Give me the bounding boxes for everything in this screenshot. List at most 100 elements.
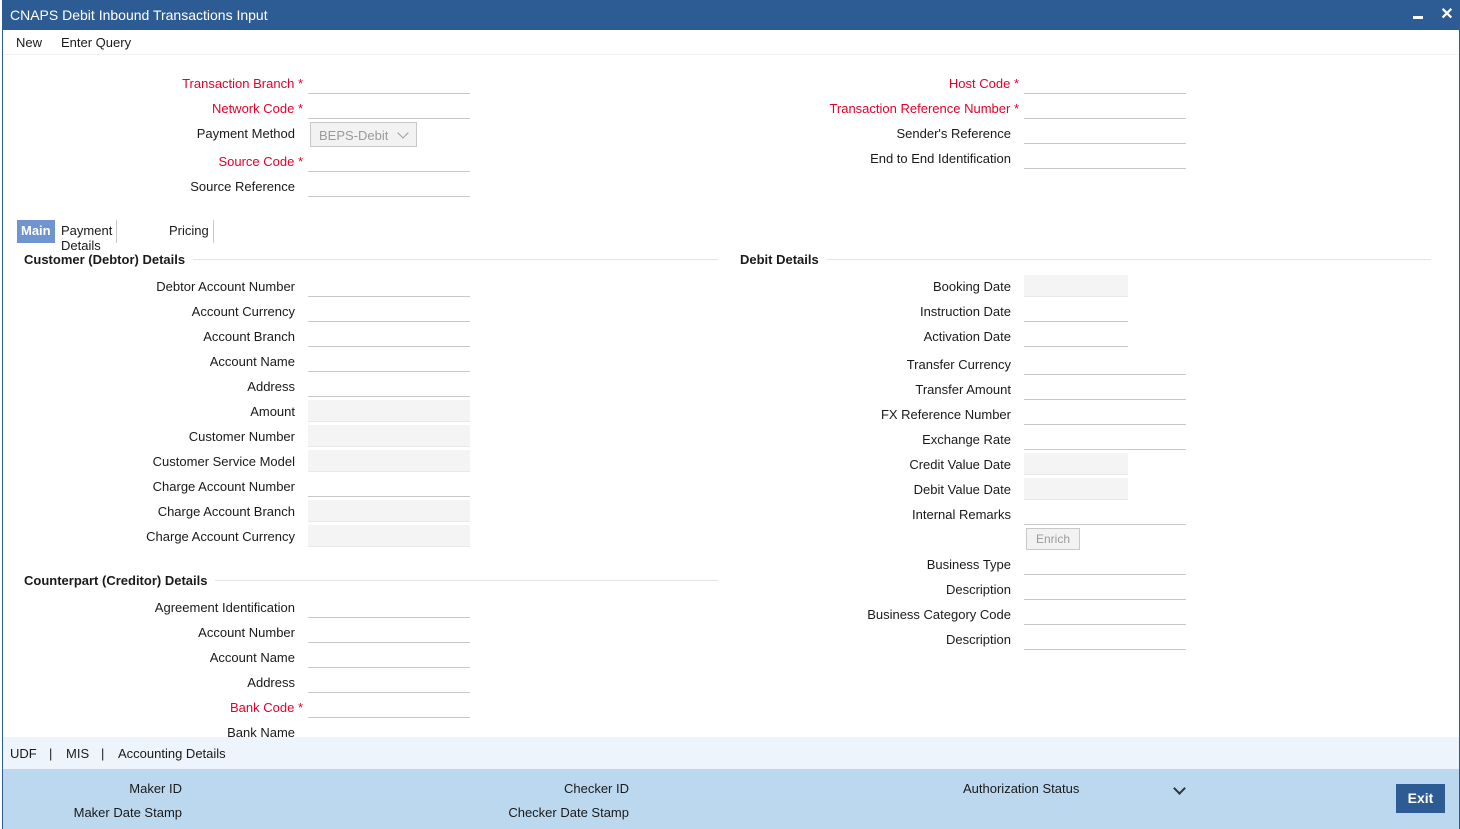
account-branch-field[interactable]	[308, 325, 470, 347]
account-currency-field[interactable]	[308, 300, 470, 322]
customer-number-field	[308, 425, 470, 447]
exchange-rate-label: Exchange Rate	[922, 432, 1011, 447]
maker-date-stamp-label: Maker Date Stamp	[73, 805, 182, 820]
debtor-account-number-field[interactable]	[308, 275, 470, 297]
transaction-reference-number-field[interactable]	[1024, 97, 1186, 119]
close-icon[interactable]: ✕	[1437, 4, 1457, 26]
debit-section-title: Debit Details	[740, 252, 819, 267]
link-separator: |	[101, 746, 105, 761]
udf-link[interactable]: UDF	[10, 746, 37, 761]
exchange-rate-field[interactable]	[1024, 428, 1186, 450]
end-to-end-identification-field[interactable]	[1024, 147, 1186, 169]
instruction-date-field[interactable]	[1024, 300, 1128, 322]
booking-date-label: Booking Date	[932, 279, 1011, 294]
business-type-field[interactable]	[1024, 553, 1186, 575]
account-name-field[interactable]	[308, 350, 470, 372]
chevron-down-icon	[397, 127, 409, 139]
bank-code-label: Bank Code	[230, 700, 303, 715]
business-category-code-field[interactable]	[1024, 603, 1186, 625]
network-code-label: Network Code	[212, 101, 303, 116]
fx-reference-number-field[interactable]	[1024, 403, 1186, 425]
tab-pricing[interactable]: Pricing	[165, 220, 214, 243]
tab-payment-details[interactable]: Payment Details	[57, 220, 118, 253]
address-label: Address	[247, 379, 295, 394]
exit-button[interactable]: Exit	[1396, 784, 1445, 813]
transaction-input-window: CNAPS Debit Inbound Transactions Input ✕…	[2, 0, 1460, 829]
charge-account-number-field[interactable]	[308, 475, 470, 497]
fx-reference-number-label: FX Reference Number	[880, 407, 1011, 422]
transfer-currency-label: Transfer Currency	[906, 357, 1011, 372]
payment-method-value: BEPS-Debit	[319, 128, 389, 143]
bank-code-field[interactable]	[308, 696, 470, 718]
charge-account-branch-field	[308, 500, 470, 522]
amount-field	[308, 400, 470, 422]
accounting-details-link[interactable]: Accounting Details	[118, 746, 226, 761]
business-type-label: Business Type	[926, 557, 1011, 572]
checker-date-stamp-label: Checker Date Stamp	[508, 805, 629, 820]
amount-label: Amount	[250, 404, 295, 419]
charge-account-currency-field	[308, 525, 470, 547]
audit-footer: Maker ID Maker Date Stamp Checker ID Che…	[3, 769, 1459, 829]
network-code-field[interactable]	[308, 97, 470, 119]
credit-value-date-field	[1024, 453, 1128, 475]
account-currency-label: Account Currency	[191, 304, 295, 319]
transaction-reference-number-label: Transaction Reference Number	[829, 101, 1019, 116]
creditor-section-title: Counterpart (Creditor) Details	[24, 573, 208, 588]
internal-remarks-label: Internal Remarks	[912, 507, 1011, 522]
creditor-account-name-label: Account Name	[209, 650, 295, 665]
senders-reference-field[interactable]	[1024, 122, 1186, 144]
booking-date-field	[1024, 275, 1128, 297]
debit-value-date-label: Debit Value Date	[913, 482, 1011, 497]
creditor-account-name-field[interactable]	[308, 646, 470, 668]
enrich-button[interactable]: Enrich	[1026, 528, 1080, 550]
transaction-branch-field[interactable]	[308, 72, 470, 94]
new-menu-item[interactable]: New	[16, 35, 42, 50]
business-category-description-field[interactable]	[1024, 628, 1186, 650]
tab-main[interactable]: Main	[17, 220, 55, 243]
business-type-description-label: Description	[945, 582, 1011, 597]
payment-method-select[interactable]: BEPS-Debit	[310, 122, 417, 147]
business-type-description-field[interactable]	[1024, 578, 1186, 600]
debtor-divider	[193, 259, 718, 260]
account-branch-label: Account Branch	[203, 329, 295, 344]
creditor-divider	[215, 580, 718, 581]
transfer-currency-field[interactable]	[1024, 353, 1186, 375]
host-code-field[interactable]	[1024, 72, 1186, 94]
link-separator: |	[49, 746, 53, 761]
host-code-label: Host Code	[949, 76, 1019, 91]
agreement-identification-field[interactable]	[308, 596, 470, 618]
instruction-date-label: Instruction Date	[919, 304, 1011, 319]
window-title: CNAPS Debit Inbound Transactions Input	[10, 7, 268, 23]
source-code-field[interactable]	[308, 150, 470, 172]
creditor-account-number-field[interactable]	[308, 621, 470, 643]
transfer-amount-field[interactable]	[1024, 378, 1186, 400]
debit-value-date-field	[1024, 478, 1128, 500]
transaction-branch-label: Transaction Branch	[182, 76, 303, 91]
mis-link[interactable]: MIS	[66, 746, 89, 761]
internal-remarks-field[interactable]	[1024, 503, 1186, 525]
source-reference-label: Source Reference	[190, 179, 295, 194]
debit-divider	[827, 259, 1431, 260]
account-name-label: Account Name	[209, 354, 295, 369]
title-bar: CNAPS Debit Inbound Transactions Input ✕	[3, 1, 1459, 30]
credit-value-date-label: Credit Value Date	[909, 457, 1011, 472]
charge-account-currency-label: Charge Account Currency	[146, 529, 295, 544]
business-category-description-label: Description	[945, 632, 1011, 647]
transfer-amount-label: Transfer Amount	[915, 382, 1011, 397]
payment-method-label: Payment Method	[196, 126, 295, 141]
source-reference-field[interactable]	[308, 175, 470, 197]
creditor-account-number-label: Account Number	[198, 625, 295, 640]
debtor-account-number-label: Debtor Account Number	[156, 279, 295, 294]
chevron-down-icon[interactable]	[1173, 782, 1186, 795]
address-field[interactable]	[308, 375, 470, 397]
authorization-status-label: Authorization Status	[963, 781, 1080, 796]
end-to-end-identification-label: End to End Identification	[870, 151, 1011, 166]
minimize-icon[interactable]	[1409, 4, 1429, 26]
customer-service-model-label: Customer Service Model	[152, 454, 295, 469]
creditor-address-field[interactable]	[308, 671, 470, 693]
creditor-address-label: Address	[247, 675, 295, 690]
subsystem-links-bar: UDF | MIS | Accounting Details	[3, 737, 1459, 769]
enter-query-menu-item[interactable]: Enter Query	[61, 35, 131, 50]
customer-service-model-field	[308, 450, 470, 472]
activation-date-field[interactable]	[1024, 325, 1128, 347]
